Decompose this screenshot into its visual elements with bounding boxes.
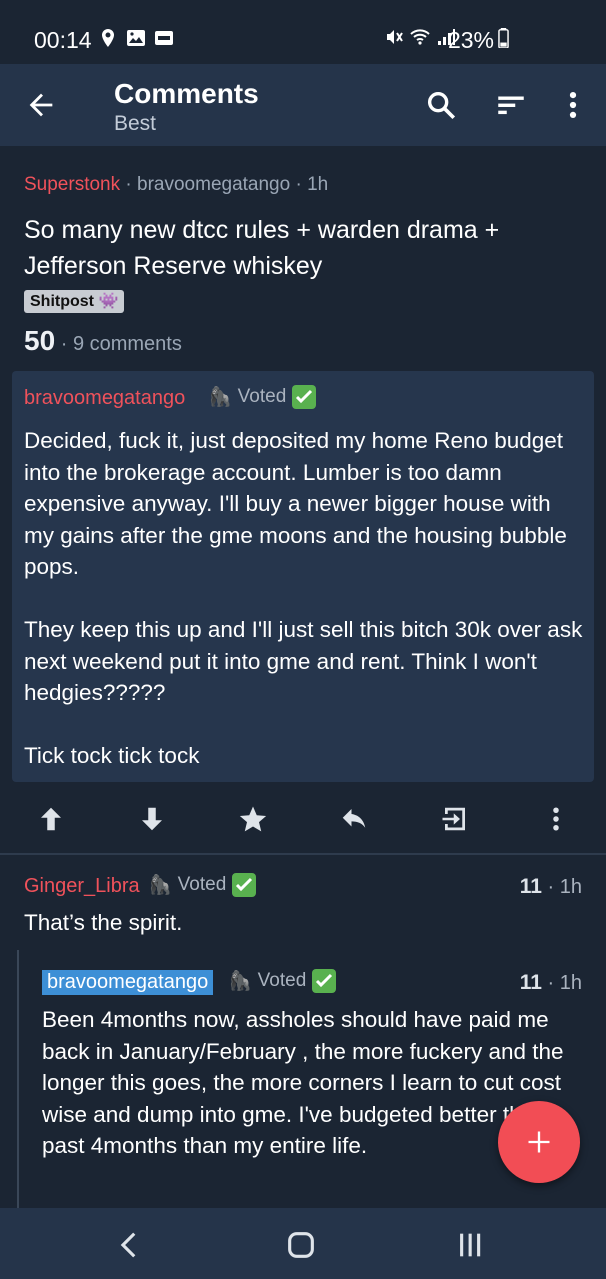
search-icon[interactable]	[424, 88, 458, 122]
sort-subtitle: Best	[114, 112, 157, 135]
user-flair: 🦍 Voted	[228, 969, 337, 993]
nav-home-icon[interactable]	[284, 1228, 318, 1262]
status-time: 00:14	[34, 27, 92, 53]
battery-percent: 23%	[447, 27, 494, 53]
post-score-line: 50 · 9 comments	[24, 325, 182, 356]
post-actions	[0, 792, 606, 848]
system-nav-bar	[0, 1208, 606, 1279]
more-options-icon[interactable]	[541, 804, 571, 834]
post-selftext-card: bravoomegatango 🦍 Voted Decided, fuck it…	[12, 371, 594, 782]
post-flair: Shitpost 👾	[24, 290, 125, 313]
app-bar: Comments Best	[0, 64, 606, 146]
thread-indent-line	[17, 950, 19, 1208]
gorilla-icon: 🦍	[228, 971, 252, 992]
comment-body: That’s the spirit.	[24, 910, 183, 935]
nav-back-icon[interactable]	[113, 1228, 147, 1262]
check-icon	[312, 969, 337, 993]
selftext-body: Decided, fuck it, just deposited my home…	[24, 428, 583, 768]
plus-icon	[528, 1131, 550, 1153]
page-title: Comments	[114, 78, 259, 109]
mute-icon	[387, 30, 403, 44]
post-title: So many new dtcc rules + warden drama + …	[24, 216, 500, 280]
gorilla-icon: 🦍	[208, 387, 232, 408]
comment-score: 11 · 1h	[519, 875, 582, 898]
post-author[interactable]: bravoomegatango	[137, 174, 290, 195]
sort-icon[interactable]	[494, 88, 528, 122]
nav-recents-icon[interactable]	[453, 1228, 487, 1262]
battery-icon	[498, 28, 509, 48]
open-link-icon[interactable]	[440, 804, 470, 834]
comment-count: 9 comments	[72, 333, 182, 355]
image-icon	[127, 30, 145, 46]
downvote-icon[interactable]	[137, 804, 167, 834]
reply-icon[interactable]	[339, 804, 369, 834]
post-age: 1h	[307, 174, 329, 195]
comment-score: 11 · 1h	[519, 971, 582, 994]
user-flair: 🦍 Voted	[148, 873, 257, 897]
gorilla-icon: 🦍	[148, 875, 172, 896]
new-comment-fab[interactable]	[498, 1101, 580, 1183]
notification-app-icon	[155, 31, 173, 45]
check-icon	[232, 873, 257, 897]
status-bar: 00:14 23%	[0, 0, 606, 64]
selftext-author[interactable]: bravoomegatango	[24, 387, 185, 410]
location-icon	[102, 29, 114, 47]
op-author[interactable]: bravoomegatango	[42, 970, 214, 995]
wifi-icon	[410, 29, 430, 45]
save-star-icon[interactable]	[238, 804, 268, 834]
subreddit-link[interactable]: Superstonk	[24, 174, 120, 195]
back-arrow-icon[interactable]	[24, 88, 58, 122]
check-icon	[292, 385, 317, 409]
overflow-menu-icon[interactable]	[556, 88, 590, 122]
comment-author[interactable]: Ginger_Libra	[24, 875, 140, 898]
post-score: 50	[24, 325, 56, 356]
post-meta: Superstonk · bravoomegatango · 1h	[24, 174, 329, 195]
divider	[0, 853, 606, 855]
upvote-icon[interactable]	[36, 804, 66, 834]
user-flair: 🦍 Voted	[208, 385, 317, 409]
